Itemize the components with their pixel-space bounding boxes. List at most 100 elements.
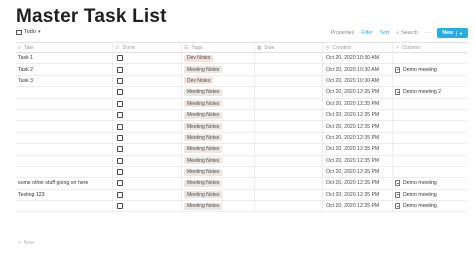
- done-checkbox[interactable]: [117, 146, 123, 153]
- cell-column[interactable]: [393, 121, 468, 131]
- cell-tags[interactable]: Meeting Notes: [182, 178, 255, 189]
- cell-column[interactable]: [393, 133, 468, 143]
- done-checkbox[interactable]: [117, 55, 123, 62]
- cell-due[interactable]: [255, 53, 323, 64]
- cell-name[interactable]: Task 2: [16, 64, 113, 75]
- cell-tags[interactable]: Meeting Notes: [182, 121, 255, 132]
- done-checkbox[interactable]: [117, 112, 123, 119]
- cell-tags[interactable]: Meeting Notes: [182, 132, 255, 144]
- cell-due[interactable]: [255, 132, 323, 144]
- cell-due[interactable]: [255, 75, 323, 87]
- column-header-due[interactable]: ▦ Due: [255, 43, 323, 52]
- done-checkbox[interactable]: [117, 100, 123, 107]
- sort-button[interactable]: Sort: [380, 30, 390, 36]
- cell-tags[interactable]: Meeting Notes: [182, 64, 255, 75]
- column-header-done[interactable]: ☑ Done: [113, 43, 182, 52]
- done-checkbox[interactable]: [117, 123, 123, 130]
- cell-due[interactable]: [255, 64, 323, 75]
- cell-tags[interactable]: Dev Notes: [182, 75, 255, 87]
- add-row-button[interactable]: + New: [18, 240, 34, 246]
- cell-column[interactable]: Demo meeting: [393, 64, 468, 74]
- cell-due[interactable]: [255, 201, 323, 212]
- cell-column[interactable]: [393, 53, 468, 63]
- cell-due[interactable]: [255, 98, 323, 109]
- cell-name[interactable]: [16, 201, 113, 212]
- view-selector[interactable]: Todo ▾: [16, 29, 40, 35]
- table-row[interactable]: Meeting Notes Oct 20, 2020 12:35 PM: [16, 155, 468, 167]
- cell-column[interactable]: [393, 99, 468, 109]
- cell-column[interactable]: Demo meeting: [393, 201, 468, 211]
- new-button[interactable]: New ▼: [437, 28, 468, 38]
- properties-button[interactable]: Properties: [331, 30, 355, 36]
- table-row[interactable]: Task 1 Dev Notes Oct 20, 2020 10:30 AM: [16, 53, 468, 65]
- done-checkbox[interactable]: [117, 77, 123, 84]
- column-header-tags[interactable]: ☰ Tags: [182, 43, 255, 52]
- cell-column[interactable]: Demo meeting 2: [393, 87, 468, 97]
- cell-due[interactable]: [255, 109, 323, 121]
- search-button[interactable]: ⌕ Search: [396, 30, 417, 37]
- done-checkbox[interactable]: [117, 169, 123, 176]
- done-checkbox[interactable]: [117, 134, 123, 141]
- done-checkbox[interactable]: [117, 66, 123, 73]
- table-row[interactable]: Meeting Notes Oct 20, 2020 12:35 PM: [16, 109, 468, 122]
- cell-tags[interactable]: Meeting Notes: [182, 98, 255, 109]
- done-checkbox[interactable]: [117, 191, 123, 198]
- done-checkbox[interactable]: [117, 89, 123, 96]
- table-row[interactable]: Meeting Notes Oct 20, 2020 12:35 PM: [16, 132, 468, 145]
- filter-button[interactable]: Filter: [361, 30, 373, 36]
- cell-tags[interactable]: Meeting Notes: [182, 87, 255, 98]
- cell-name[interactable]: Task 3: [16, 75, 113, 87]
- cell-name[interactable]: [16, 121, 113, 132]
- cell-column[interactable]: Demo meeting: [393, 190, 468, 200]
- cell-name[interactable]: [16, 109, 113, 121]
- column-header-column[interactable]: ↗ Column: [393, 43, 468, 52]
- table-row[interactable]: Meeting Notes Oct 20, 2020 12:35 PM Demo m…: [16, 201, 468, 213]
- cell-column[interactable]: [393, 76, 468, 86]
- done-checkbox[interactable]: [117, 203, 123, 210]
- cell-due[interactable]: [255, 178, 323, 189]
- table-row[interactable]: some other stuff going on here Meeting No…: [16, 178, 468, 190]
- cell-due[interactable]: [255, 189, 323, 201]
- cell-name[interactable]: [16, 155, 113, 166]
- cell-name[interactable]: [16, 166, 113, 178]
- related-page-link[interactable]: Demo meeting 2: [395, 89, 441, 96]
- done-checkbox[interactable]: [117, 157, 123, 164]
- table-row[interactable]: Meeting Notes Oct 20, 2020 12:35 PM: [16, 98, 468, 110]
- table-row[interactable]: Testing 123 Meeting Notes Oct 20, 2020 12:…: [16, 189, 468, 202]
- cell-due[interactable]: [255, 121, 323, 132]
- cell-tags[interactable]: Meeting Notes: [182, 109, 255, 121]
- table-row[interactable]: Meeting Notes Oct 20, 2020 12:35 PM: [16, 144, 468, 156]
- cell-due[interactable]: [255, 166, 323, 178]
- cell-tags[interactable]: Dev Notes: [182, 53, 255, 64]
- table-row[interactable]: Task 2 Meeting Notes Oct 20, 2020 10:30 AM…: [16, 64, 468, 76]
- cell-name[interactable]: Task 1: [16, 53, 113, 64]
- more-button[interactable]: ···: [425, 30, 432, 36]
- table-row[interactable]: Task 3 Dev Notes Oct 20, 2020 10:30 AM: [16, 75, 468, 88]
- related-page-link[interactable]: Demo meeting: [395, 191, 437, 198]
- column-header-created[interactable]: ◷ Created: [323, 43, 393, 52]
- cell-column[interactable]: [393, 167, 468, 177]
- cell-tags[interactable]: Meeting Notes: [182, 144, 255, 155]
- cell-column[interactable]: [393, 144, 468, 154]
- cell-name[interactable]: [16, 87, 113, 98]
- cell-tags[interactable]: Meeting Notes: [182, 201, 255, 212]
- cell-due[interactable]: [255, 87, 323, 98]
- cell-column[interactable]: [393, 156, 468, 166]
- cell-name[interactable]: some other stuff going on here: [16, 178, 113, 189]
- cell-column[interactable]: Demo meeting: [393, 178, 468, 188]
- cell-name[interactable]: [16, 132, 113, 144]
- cell-name[interactable]: [16, 144, 113, 155]
- cell-name[interactable]: Testing 123: [16, 189, 113, 201]
- column-header-name[interactable]: ≡ Tale: [16, 43, 113, 52]
- cell-tags[interactable]: Meeting Notes: [182, 166, 255, 178]
- related-page-link[interactable]: Demo meeting: [395, 66, 437, 73]
- related-page-link[interactable]: Demo meeting: [395, 180, 437, 187]
- chevron-down-icon[interactable]: ▼: [456, 30, 463, 36]
- cell-due[interactable]: [255, 144, 323, 155]
- cell-tags[interactable]: Meeting Notes: [182, 155, 255, 166]
- cell-tags[interactable]: Meeting Notes: [182, 189, 255, 201]
- table-row[interactable]: Meeting Notes Oct 20, 2020 12:35 PM Demo m…: [16, 87, 468, 99]
- table-row[interactable]: Meeting Notes Oct 20, 2020 12:35 PM: [16, 121, 468, 133]
- table-row[interactable]: Meeting Notes Oct 20, 2020 12:35 PM: [16, 166, 468, 179]
- cell-column[interactable]: [393, 110, 468, 120]
